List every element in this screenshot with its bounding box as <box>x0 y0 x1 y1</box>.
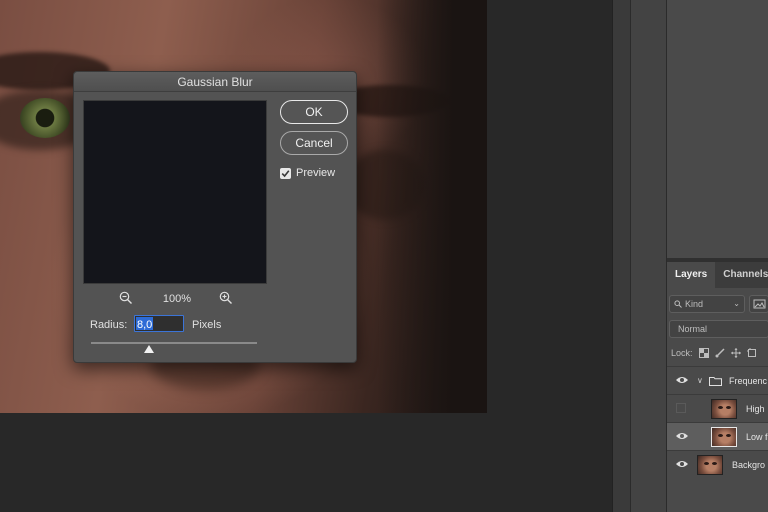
artboard-icon[interactable] <box>746 348 757 358</box>
photo-hair-shadow <box>377 0 487 413</box>
radius-slider-thumb[interactable] <box>144 345 155 353</box>
tab-channels[interactable]: Channels <box>715 262 768 288</box>
panel-dock-column <box>630 0 666 512</box>
preview-checkbox[interactable] <box>280 167 291 179</box>
eye-icon[interactable] <box>675 431 689 441</box>
filter-kind-select[interactable]: Kind ⌄ <box>669 295 745 313</box>
chevron-down-icon: ⌄ <box>733 299 740 308</box>
panel-tab-bar: Layers Channels <box>667 262 768 288</box>
checkmark-icon <box>281 169 290 177</box>
image-icon <box>753 299 766 309</box>
layer-name: Frequenc <box>729 376 768 386</box>
zoom-out-icon[interactable] <box>119 291 133 305</box>
eye-icon[interactable] <box>675 375 689 385</box>
radius-unit: Pixels <box>192 319 222 331</box>
search-icon <box>674 300 682 308</box>
layer-row-high[interactable]: High <box>667 394 768 422</box>
brush-icon[interactable] <box>715 348 725 358</box>
layer-row-low[interactable]: Low f <box>667 422 768 450</box>
blend-mode-select[interactable]: Normal <box>669 320 768 338</box>
lock-controls: Lock: <box>671 346 768 360</box>
image-filter-button[interactable] <box>749 295 768 313</box>
folder-icon <box>709 377 722 386</box>
layers-panel-dock: Layers Channels Kind ⌄ Normal Lock: ∨ Fr… <box>666 0 768 512</box>
ok-button[interactable]: OK <box>280 100 348 124</box>
layer-name: Backgro <box>732 460 766 470</box>
layer-thumbnail <box>711 399 737 419</box>
move-icon[interactable] <box>730 348 741 358</box>
radius-label: Radius: <box>90 319 128 331</box>
blur-preview[interactable] <box>83 100 267 284</box>
radius-input[interactable] <box>134 315 184 332</box>
layer-row-background[interactable]: Backgro <box>667 450 768 478</box>
layer-row-group[interactable]: ∨ Frequenc <box>667 366 768 394</box>
layer-thumbnail <box>697 455 723 475</box>
radius-slider-track[interactable] <box>91 342 257 344</box>
layer-thumbnail <box>711 427 737 447</box>
preview-label: Preview <box>296 167 336 179</box>
dialog-title[interactable]: Gaussian Blur <box>74 72 356 92</box>
panel-dock-strip <box>612 0 630 512</box>
chevron-down-icon[interactable]: ∨ <box>697 376 703 385</box>
zoom-in-icon[interactable] <box>219 291 233 305</box>
lock-transparent-pixels-icon[interactable] <box>698 348 709 358</box>
visibility-toggle-empty[interactable] <box>676 403 686 413</box>
tab-layers[interactable]: Layers <box>667 262 716 288</box>
photo-iris-left <box>20 98 70 138</box>
preview-toggle[interactable]: Preview <box>280 167 335 179</box>
cancel-button[interactable]: Cancel <box>280 131 348 155</box>
zoom-level: 100% <box>162 293 192 305</box>
lock-label: Lock: <box>671 348 693 358</box>
layer-name: High <box>746 404 765 414</box>
eye-icon[interactable] <box>675 459 689 469</box>
gaussian-blur-dialog: Gaussian Blur 100% OK Cancel Preview Rad… <box>73 71 357 363</box>
filter-kind-label: Kind <box>685 299 704 309</box>
layer-name: Low f <box>746 432 768 442</box>
upper-panel <box>667 0 768 258</box>
